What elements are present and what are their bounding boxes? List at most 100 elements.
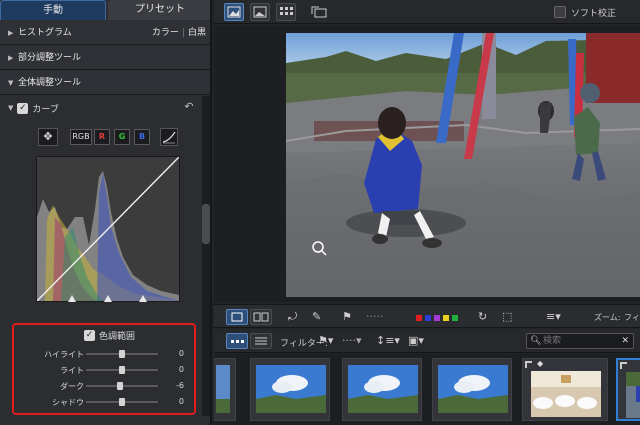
undo-icon[interactable]: ↶: [182, 100, 196, 114]
histogram-graph: [36, 156, 180, 302]
thumbnail-item[interactable]: [250, 358, 330, 421]
color-label-blue[interactable]: [425, 315, 431, 321]
panel-scroll-thumb[interactable]: [202, 204, 210, 244]
grid-view-button[interactable]: [276, 3, 296, 21]
curve-shadow-handle[interactable]: [68, 295, 76, 302]
slider-light: ライト 0: [14, 363, 194, 377]
overall-tools-section[interactable]: ▼ 全体調整ツール: [0, 71, 210, 95]
collapse-arrow-icon: ▼: [8, 79, 14, 87]
slider-label: ダーク: [60, 382, 84, 391]
color-label-green[interactable]: [452, 315, 458, 321]
collapse-arrow-icon[interactable]: ▼: [8, 104, 13, 112]
clear-search-icon[interactable]: ✕: [621, 334, 629, 348]
tab-preset[interactable]: プリセット: [108, 0, 210, 20]
panel-scrollbar[interactable]: [202, 96, 210, 416]
thumbnail-image: [626, 372, 640, 418]
thumbnail-strip: ◆: [214, 354, 640, 425]
single-frame-button[interactable]: [226, 309, 248, 325]
histogram-section[interactable]: ▶ ヒストグラム カラー | 白黒: [0, 21, 210, 45]
partial-tools-section[interactable]: ▶ 部分調整ツール: [0, 46, 210, 70]
stack-icon[interactable]: ▣▾: [408, 333, 424, 349]
soft-proof-label: ソフト校正: [571, 9, 617, 19]
color-label-yellow[interactable]: [443, 315, 449, 321]
playground-thumbnail-icon: [626, 372, 640, 418]
sky-thumbnail-icon: [256, 365, 326, 413]
curve-midtone-handle[interactable]: [104, 295, 112, 302]
slider-knob[interactable]: [119, 366, 125, 374]
curve-header: ▼ ✓ カーブ: [8, 100, 59, 116]
flag-icon[interactable]: ⚑: [342, 309, 352, 325]
image-preview[interactable]: [214, 25, 640, 302]
slider-label: ハイライト: [44, 350, 84, 359]
thumbnail-item-selected[interactable]: [616, 358, 640, 421]
color-label-purple[interactable]: [434, 315, 440, 321]
compare-view-button[interactable]: [250, 3, 270, 21]
search-icon: 🔍︎: [530, 336, 542, 346]
zoom-value[interactable]: フィ: [624, 312, 640, 323]
landscape-icon: [253, 6, 267, 18]
frame-icon: [231, 312, 243, 322]
color-label-red[interactable]: [416, 315, 422, 321]
sort-icon[interactable]: ↕≡▾: [376, 333, 400, 349]
slider-track[interactable]: [86, 350, 158, 358]
search-box[interactable]: 🔍︎ ✕: [526, 333, 634, 349]
refresh-icon[interactable]: ↻: [478, 309, 487, 325]
channel-rgb-button[interactable]: RGB: [70, 129, 92, 145]
dotted-rating-icon[interactable]: ·····: [366, 309, 383, 325]
menu-icon[interactable]: ≡▾: [546, 309, 561, 325]
single-view-button[interactable]: [224, 3, 244, 21]
filter-rating-dropdown-icon[interactable]: ····▾: [342, 333, 362, 349]
edit-pen-icon[interactable]: ✎: [312, 309, 321, 325]
rotate-view-icon[interactable]: [310, 4, 328, 23]
thumbnail-item[interactable]: [342, 358, 422, 421]
thumbnail-strip-button[interactable]: [226, 333, 248, 349]
slider-track[interactable]: [86, 398, 158, 406]
slider-value: -6: [176, 381, 184, 390]
list-icon: [255, 337, 267, 345]
grid-icon: [280, 7, 293, 15]
slider-track[interactable]: [86, 382, 158, 390]
soft-proof-checkbox[interactable]: [554, 6, 566, 18]
dots-icon: [231, 340, 244, 343]
slider-knob[interactable]: [116, 382, 123, 390]
move-point-button[interactable]: ✥: [38, 128, 58, 146]
histogram-mode-color[interactable]: カラー: [152, 28, 179, 38]
filter-bar: フィルター: ⚑▾ ····▾ ↕≡▾ ▣▾ 🔍︎ ✕: [214, 329, 640, 353]
view-toolbar: ソフト校正: [214, 0, 640, 24]
corner-mark-icon: [525, 361, 532, 368]
slider-label: シャドウ: [52, 398, 84, 407]
curve-checkbox[interactable]: ✓: [17, 102, 29, 114]
search-input[interactable]: [543, 334, 619, 348]
playground-photo: [286, 33, 640, 297]
slider-knob[interactable]: [119, 398, 125, 406]
split-frame-button[interactable]: [250, 309, 272, 325]
rotate-icon[interactable]: ⤾: [288, 309, 297, 325]
slider-value: 0: [178, 365, 184, 374]
tone-range-checkbox[interactable]: ✓: [84, 330, 95, 341]
channel-r-button[interactable]: R: [94, 129, 110, 145]
channel-g-button[interactable]: G: [114, 129, 130, 145]
tag-icon: ◆: [537, 359, 544, 368]
filter-flag-dropdown-icon[interactable]: ⚑▾: [318, 333, 333, 349]
sky-thumbnail-icon: [348, 365, 418, 413]
expand-arrow-icon: ▶: [8, 54, 14, 62]
crop-icon[interactable]: ⬚: [502, 309, 512, 325]
banquet-hall-thumbnail-icon: [531, 371, 601, 417]
thumbnail-item[interactable]: ◆: [522, 358, 608, 421]
curve-graph-icon: [162, 131, 176, 144]
curve-graph-button[interactable]: [160, 128, 178, 146]
curve-highlight-handle[interactable]: [139, 295, 147, 302]
thumbnail-item[interactable]: [214, 358, 236, 421]
slider-knob[interactable]: [119, 350, 125, 358]
channel-b-button[interactable]: B: [134, 129, 150, 145]
slider-track[interactable]: [86, 366, 158, 374]
channel-r-label: R: [98, 132, 106, 141]
tab-manual[interactable]: 手動: [0, 0, 106, 20]
list-view-button[interactable]: [250, 333, 272, 349]
histogram-mode-bw[interactable]: 白黒: [188, 28, 206, 38]
preview-photo[interactable]: [286, 33, 640, 297]
tone-range-header: ✓ 色調範囲: [84, 329, 135, 342]
thumbnail-item[interactable]: [432, 358, 512, 421]
tone-curve-graph[interactable]: [36, 156, 180, 302]
thumbnail-image: [438, 365, 508, 413]
